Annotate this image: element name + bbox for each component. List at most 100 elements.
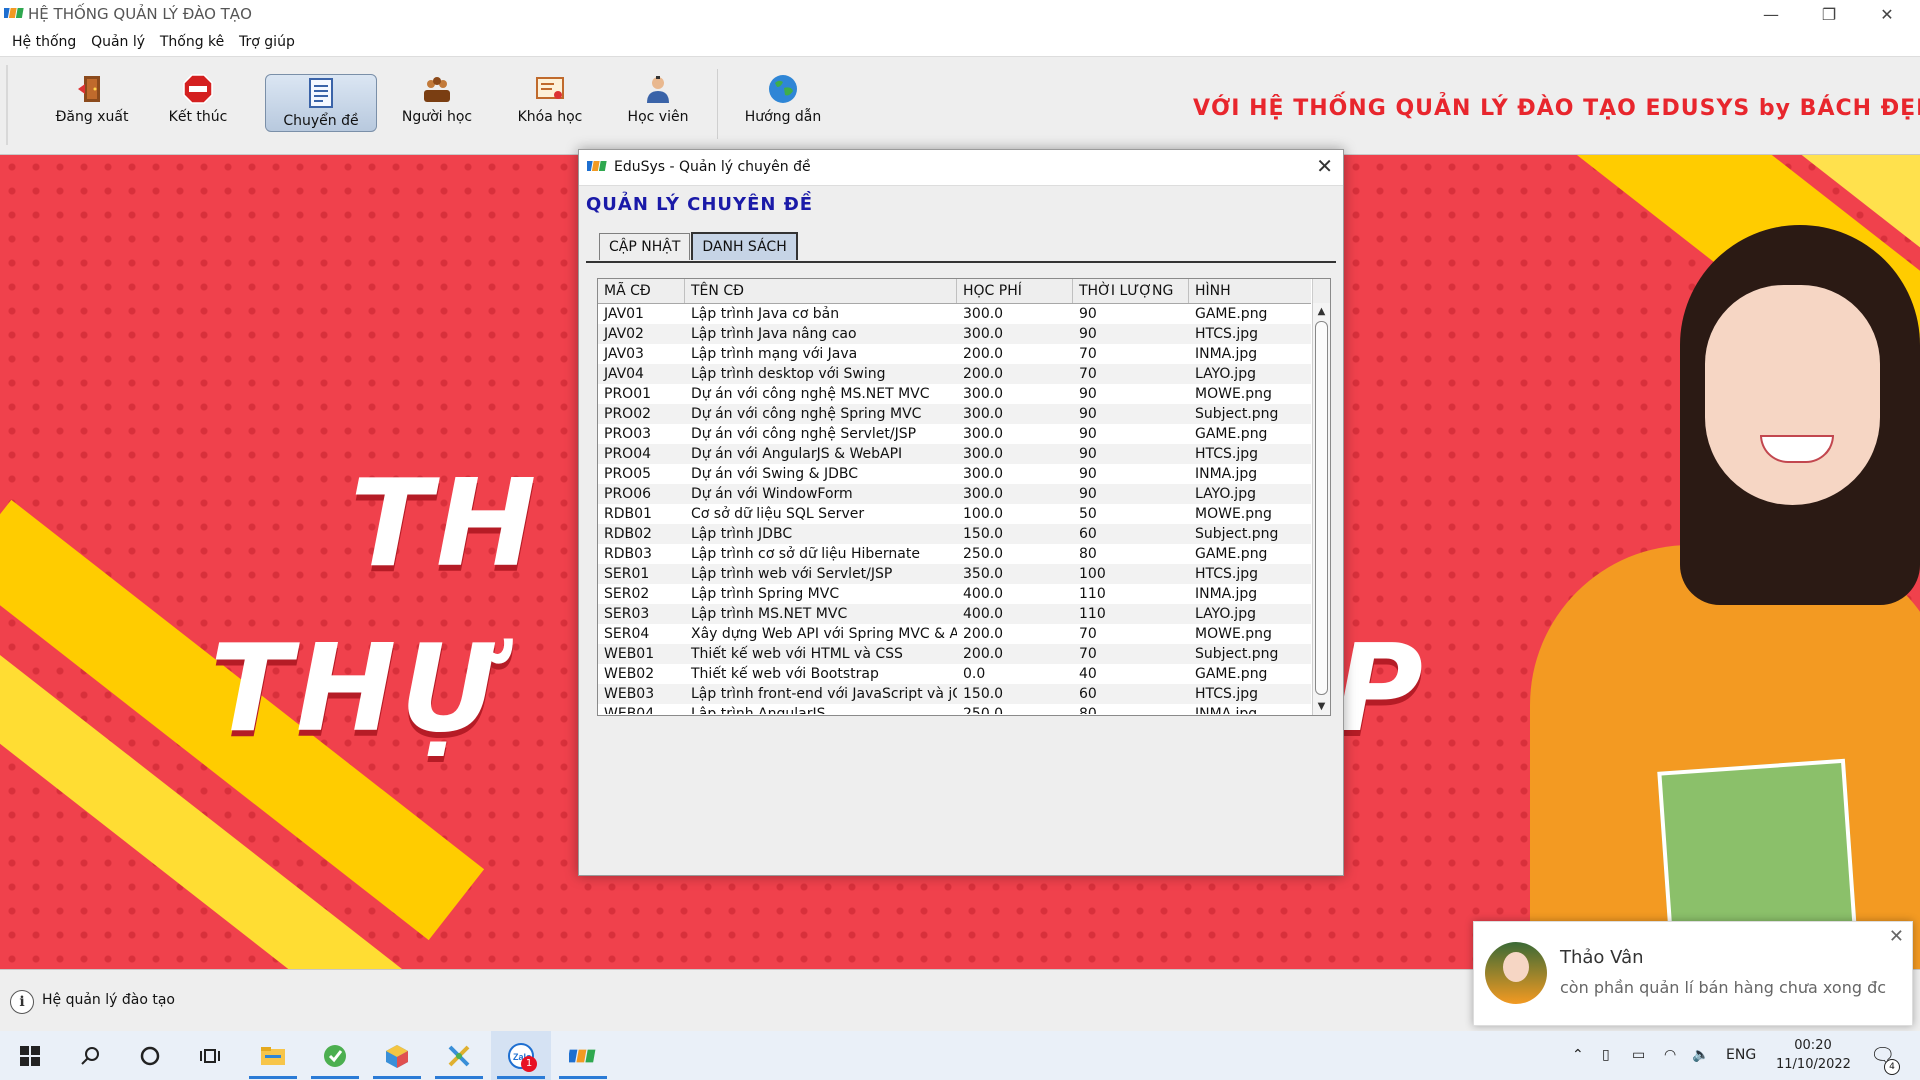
task-view-icon[interactable] bbox=[180, 1031, 240, 1080]
table-cell: RDB01 bbox=[604, 506, 652, 522]
zalo-icon[interactable]: Zalo 1 bbox=[491, 1031, 551, 1080]
column-header-ten-cd[interactable]: TÊN CĐ bbox=[685, 279, 957, 303]
taskbar: Zalo 1 ⌃ ▯ ▭ ◠ 🔈 ENG 00:20 11/10/2022 🗨 … bbox=[0, 1031, 1920, 1080]
table-cell: MOWE.png bbox=[1195, 386, 1272, 402]
table-cell: PRO06 bbox=[604, 486, 652, 502]
toolbar-grip[interactable] bbox=[6, 65, 14, 145]
menu-quan-ly[interactable]: Quản lý bbox=[91, 29, 145, 56]
menu-thong-ke[interactable]: Thống kê bbox=[160, 29, 224, 56]
battery-icon[interactable]: ▭ bbox=[1632, 1031, 1645, 1080]
start-button[interactable] bbox=[0, 1031, 60, 1080]
table-cell: MOWE.png bbox=[1195, 626, 1272, 642]
table-row[interactable]: WEB03 Lập trình front-end với JavaScript … bbox=[598, 684, 1311, 704]
learners-button[interactable]: Người học bbox=[397, 73, 477, 129]
app-green-icon[interactable] bbox=[305, 1031, 365, 1080]
column-header-ma-cd[interactable]: MÃ CĐ bbox=[598, 279, 685, 303]
dialog-title-bar[interactable]: EduSys - Quản lý chuyên đề ✕ bbox=[579, 150, 1343, 186]
table-cell: HTCS.jpg bbox=[1195, 686, 1259, 702]
table-cell: RDB03 bbox=[604, 546, 652, 562]
table-row[interactable]: RDB01 Cơ sở dữ liệu SQL Server 100.0 50 MOWE… bbox=[598, 504, 1311, 524]
table-row[interactable]: JAV04 Lập trình desktop với Swing 200.0 70 L… bbox=[598, 364, 1311, 384]
table-row[interactable]: SER01 Lập trình web với Servlet/JSP 350.0 1… bbox=[598, 564, 1311, 584]
app-tools-icon[interactable] bbox=[429, 1031, 489, 1080]
table-cell: Dự án với công nghệ Spring MVC bbox=[691, 406, 922, 422]
topics-button[interactable]: Chuyển đề bbox=[265, 74, 377, 132]
cortana-icon[interactable] bbox=[120, 1031, 180, 1080]
table-cell: LAYO.jpg bbox=[1195, 606, 1256, 622]
table-row[interactable]: JAV03 Lập trình mạng với Java 200.0 70 INMA.… bbox=[598, 344, 1311, 364]
table-cell: LAYO.jpg bbox=[1195, 486, 1256, 502]
table-cell: 90 bbox=[1079, 406, 1097, 422]
table-cell: Lập trình JDBC bbox=[691, 526, 793, 542]
logout-button[interactable]: Đăng xuất bbox=[52, 73, 132, 129]
wifi-icon[interactable]: ◠ bbox=[1664, 1031, 1676, 1080]
column-header-thoi-luong[interactable]: THỜI LƯỢNG bbox=[1073, 279, 1189, 303]
table-cell: 100.0 bbox=[963, 506, 1004, 522]
zalo-badge: 1 bbox=[521, 1056, 537, 1072]
table-row[interactable]: RDB02 Lập trình JDBC 150.0 60 Subject.png bbox=[598, 524, 1311, 544]
minimize-button[interactable]: — bbox=[1748, 0, 1794, 29]
language-indicator[interactable]: ENG bbox=[1726, 1031, 1756, 1080]
table-row[interactable]: PRO05 Dự án với Swing & JDBC 300.0 90 INMA.j… bbox=[598, 464, 1311, 484]
table-row[interactable]: WEB02 Thiết kế web với Bootstrap 0.0 40 GAME… bbox=[598, 664, 1311, 684]
table-cell: LAYO.jpg bbox=[1195, 366, 1256, 382]
table-row[interactable]: PRO04 Dự án với AngularJS & WebAPI 300.0 90… bbox=[598, 444, 1311, 464]
table-row[interactable]: PRO03 Dự án với công nghệ Servlet/JSP 300.… bbox=[598, 424, 1311, 444]
menu-tro-giup[interactable]: Trợ giúp bbox=[239, 29, 295, 56]
table-cell: INMA.jpg bbox=[1195, 346, 1258, 362]
tab-cap-nhat[interactable]: CẬP NHẬT bbox=[599, 233, 691, 260]
tray-device-icon[interactable]: ▯ bbox=[1602, 1031, 1610, 1080]
help-button[interactable]: Hướng dẫn bbox=[740, 73, 826, 129]
column-header-hinh[interactable]: HÌNH bbox=[1189, 279, 1311, 303]
table-row[interactable]: SER03 Lập trình MS.NET MVC 400.0 110 LAYO.jp… bbox=[598, 604, 1311, 624]
table-cell: 300.0 bbox=[963, 306, 1004, 322]
toolbar: Đăng xuất Kết thúc Chuyển đề Người học K… bbox=[0, 57, 1920, 155]
table-row[interactable]: JAV02 Lập trình Java nâng cao 300.0 90 HTCS.… bbox=[598, 324, 1311, 344]
courses-button[interactable]: Khóa học bbox=[510, 73, 590, 129]
table-cell: 200.0 bbox=[963, 646, 1004, 662]
menu-he-thong[interactable]: Hệ thống bbox=[12, 29, 76, 56]
table-cell: 90 bbox=[1079, 306, 1097, 322]
fpt-app-icon[interactable] bbox=[553, 1031, 613, 1080]
table-cell: 300.0 bbox=[963, 426, 1004, 442]
column-header-hoc-phi[interactable]: HỌC PHÍ bbox=[957, 279, 1073, 303]
close-button[interactable]: ✕ bbox=[1864, 0, 1910, 29]
info-icon: i bbox=[10, 990, 34, 1014]
toolbar-separator bbox=[717, 69, 718, 139]
table-row[interactable]: RDB03 Lập trình cơ sở dữ liệu Hibernate 25… bbox=[598, 544, 1311, 564]
table-row[interactable]: PRO06 Dự án với WindowForm 300.0 90 LAYO.jpg bbox=[598, 484, 1311, 504]
scroll-down-arrow-icon[interactable]: ▼ bbox=[1313, 698, 1330, 715]
restore-button[interactable]: ❐ bbox=[1806, 0, 1852, 29]
table-cell: PRO01 bbox=[604, 386, 652, 402]
file-explorer-icon[interactable] bbox=[243, 1031, 303, 1080]
app-cube-icon[interactable] bbox=[367, 1031, 427, 1080]
table-row[interactable]: WEB01 Thiết kế web với HTML và CSS 200.0 70… bbox=[598, 644, 1311, 664]
exit-button[interactable]: Kết thúc bbox=[158, 73, 238, 129]
scroll-up-arrow-icon[interactable]: ▲ bbox=[1313, 303, 1330, 320]
students-button[interactable]: Học viên bbox=[618, 73, 698, 129]
table-cell: 300.0 bbox=[963, 386, 1004, 402]
table-header: MÃ CĐ TÊN CĐ HỌC PHÍ THỜI LƯỢNG HÌNH bbox=[598, 279, 1311, 304]
action-center-badge: 4 bbox=[1884, 1059, 1900, 1075]
table-cell: 60 bbox=[1079, 526, 1097, 542]
notification-close-icon[interactable]: ✕ bbox=[1889, 926, 1904, 947]
table-row[interactable]: JAV01 Lập trình Java cơ bản 300.0 90 GAME.pn… bbox=[598, 304, 1311, 324]
chat-notification[interactable]: Thảo Vân còn phần quản lí bán hàng chưa … bbox=[1473, 921, 1913, 1026]
vertical-scrollbar[interactable]: ▲ ▼ bbox=[1312, 303, 1330, 715]
system-clock[interactable]: 00:20 11/10/2022 bbox=[1776, 1036, 1851, 1074]
table-cell: JAV02 bbox=[604, 326, 644, 342]
search-icon[interactable] bbox=[60, 1031, 120, 1080]
table-cell: 90 bbox=[1079, 446, 1097, 462]
table-cell: 70 bbox=[1079, 346, 1097, 362]
table-row[interactable]: PRO01 Dự án với công nghệ MS.NET MVC 300.0… bbox=[598, 384, 1311, 404]
table-row[interactable]: PRO02 Dự án với công nghệ Spring MVC 300.0… bbox=[598, 404, 1311, 424]
tab-danh-sach[interactable]: DANH SÁCH bbox=[691, 232, 798, 260]
table-cell: 90 bbox=[1079, 426, 1097, 442]
table-row[interactable]: WEB04 Lập trình AngularJS 250.0 80 INMA.jpg bbox=[598, 704, 1311, 714]
dialog-close-icon[interactable]: ✕ bbox=[1316, 154, 1333, 178]
table-row[interactable]: SER02 Lập trình Spring MVC 400.0 110 INMA.jp… bbox=[598, 584, 1311, 604]
volume-icon[interactable]: 🔈 bbox=[1692, 1031, 1709, 1080]
scroll-thumb[interactable] bbox=[1315, 321, 1328, 695]
tray-chevron-up-icon[interactable]: ⌃ bbox=[1572, 1031, 1584, 1080]
table-row[interactable]: SER04 Xây dựng Web API với Spring MVC & A… bbox=[598, 624, 1311, 644]
